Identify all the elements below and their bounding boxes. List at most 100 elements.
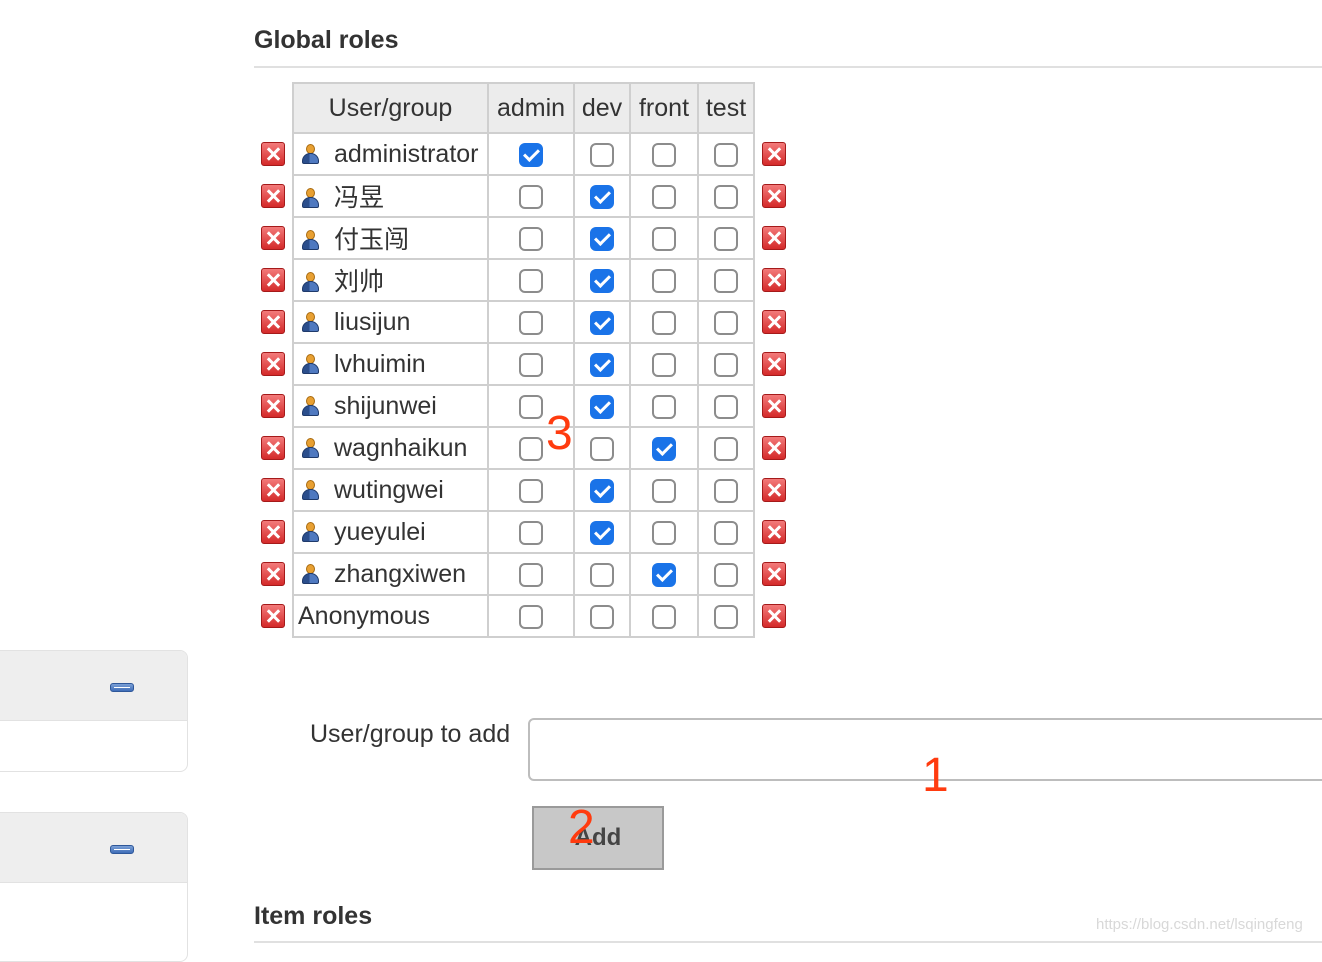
role-checkbox-dev[interactable] xyxy=(590,352,614,377)
role-checkbox-front[interactable] xyxy=(652,562,676,587)
role-checkbox-admin[interactable] xyxy=(519,394,543,419)
role-checkbox-dev[interactable] xyxy=(590,142,614,167)
delete-icon[interactable] xyxy=(762,352,786,376)
minus-icon[interactable] xyxy=(110,845,134,854)
role-checkbox-front[interactable] xyxy=(652,268,676,293)
role-checkbox-dev[interactable] xyxy=(590,436,614,461)
table-row: wagnhaikun xyxy=(292,426,755,470)
delete-icon[interactable] xyxy=(261,436,285,460)
role-checkbox-test[interactable] xyxy=(714,478,738,503)
delete-icon[interactable] xyxy=(762,436,786,460)
annotation-marker-2: 2 xyxy=(568,801,595,854)
user-group-name: zhangxiwen xyxy=(334,559,467,588)
role-checkbox-front[interactable] xyxy=(652,310,676,335)
role-checkbox-admin[interactable] xyxy=(519,520,543,545)
role-checkbox-test[interactable] xyxy=(714,268,738,293)
role-checkbox-dev[interactable] xyxy=(590,184,614,209)
user-icon xyxy=(298,352,322,376)
role-cell-dev xyxy=(573,300,631,344)
role-checkbox-front[interactable] xyxy=(652,394,676,419)
role-checkbox-test[interactable] xyxy=(714,562,738,587)
role-cell-admin xyxy=(487,510,575,554)
delete-icon[interactable] xyxy=(762,562,786,586)
delete-icon[interactable] xyxy=(261,226,285,250)
delete-icon[interactable] xyxy=(762,184,786,208)
delete-icon[interactable] xyxy=(762,478,786,502)
delete-icon[interactable] xyxy=(762,520,786,544)
user-group-name: wutingwei xyxy=(334,475,444,504)
delete-icon[interactable] xyxy=(261,478,285,502)
add-button[interactable]: Add xyxy=(532,806,664,870)
role-checkbox-test[interactable] xyxy=(714,394,738,419)
role-checkbox-admin[interactable] xyxy=(519,562,543,587)
role-checkbox-admin[interactable] xyxy=(519,142,543,167)
delete-icon[interactable] xyxy=(261,142,285,166)
role-checkbox-test[interactable] xyxy=(714,142,738,167)
user-group-cell: 付玉闯 xyxy=(292,216,489,260)
role-checkbox-dev[interactable] xyxy=(590,520,614,545)
minus-icon[interactable] xyxy=(110,683,134,692)
role-cell-test xyxy=(697,132,755,176)
delete-icon[interactable] xyxy=(762,142,786,166)
user-group-name: 付玉闯 xyxy=(334,226,410,254)
role-cell-front xyxy=(629,468,699,512)
delete-icon[interactable] xyxy=(261,520,285,544)
role-checkbox-front[interactable] xyxy=(652,520,676,545)
role-checkbox-front[interactable] xyxy=(652,226,676,251)
delete-icon[interactable] xyxy=(261,310,285,334)
delete-icon[interactable] xyxy=(261,604,285,628)
role-checkbox-admin[interactable] xyxy=(519,184,543,209)
role-checkbox-admin[interactable] xyxy=(519,226,543,251)
user-icon xyxy=(298,562,322,586)
role-checkbox-test[interactable] xyxy=(714,604,738,629)
delete-icon[interactable] xyxy=(261,352,285,376)
role-checkbox-admin[interactable] xyxy=(519,604,543,629)
role-checkbox-test[interactable] xyxy=(714,520,738,545)
role-checkbox-admin[interactable] xyxy=(519,478,543,503)
role-checkbox-dev[interactable] xyxy=(590,268,614,293)
delete-icon[interactable] xyxy=(762,226,786,250)
role-checkbox-test[interactable] xyxy=(714,436,738,461)
role-checkbox-front[interactable] xyxy=(652,352,676,377)
role-checkbox-dev[interactable] xyxy=(590,562,614,587)
role-checkbox-admin[interactable] xyxy=(519,310,543,335)
role-checkbox-dev[interactable] xyxy=(590,604,614,629)
delete-icon[interactable] xyxy=(261,184,285,208)
role-cell-admin xyxy=(487,468,575,512)
role-checkbox-dev[interactable] xyxy=(590,478,614,503)
role-checkbox-admin[interactable] xyxy=(519,436,543,461)
watermark: https://blog.csdn.net/lsqingfeng xyxy=(1096,916,1303,933)
role-cell-dev xyxy=(573,594,631,638)
delete-icon[interactable] xyxy=(762,310,786,334)
role-checkbox-front[interactable] xyxy=(652,478,676,503)
user-group-cell: wagnhaikun xyxy=(292,426,489,470)
role-cell-test xyxy=(697,552,755,596)
delete-icon[interactable] xyxy=(261,394,285,418)
role-checkbox-admin[interactable] xyxy=(519,268,543,293)
role-cell-dev xyxy=(573,174,631,218)
user-group-cell: administrator xyxy=(292,132,489,176)
role-checkbox-test[interactable] xyxy=(714,226,738,251)
role-checkbox-front[interactable] xyxy=(652,142,676,167)
role-checkbox-dev[interactable] xyxy=(590,226,614,251)
role-checkbox-test[interactable] xyxy=(714,184,738,209)
role-checkbox-test[interactable] xyxy=(714,352,738,377)
role-cell-front xyxy=(629,552,699,596)
delete-icon[interactable] xyxy=(762,268,786,292)
role-checkbox-front[interactable] xyxy=(652,604,676,629)
user-group-cell: wutingwei xyxy=(292,468,489,512)
role-checkbox-dev[interactable] xyxy=(590,310,614,335)
role-checkbox-test[interactable] xyxy=(714,310,738,335)
role-checkbox-admin[interactable] xyxy=(519,352,543,377)
delete-icon[interactable] xyxy=(762,604,786,628)
role-cell-admin xyxy=(487,342,575,386)
user-icon xyxy=(298,478,322,502)
delete-icon[interactable] xyxy=(762,394,786,418)
role-checkbox-front[interactable] xyxy=(652,184,676,209)
delete-icon[interactable] xyxy=(261,562,285,586)
role-cell-admin xyxy=(487,552,575,596)
role-checkbox-dev[interactable] xyxy=(590,394,614,419)
role-checkbox-front[interactable] xyxy=(652,436,676,461)
delete-icon[interactable] xyxy=(261,268,285,292)
role-cell-front xyxy=(629,594,699,638)
